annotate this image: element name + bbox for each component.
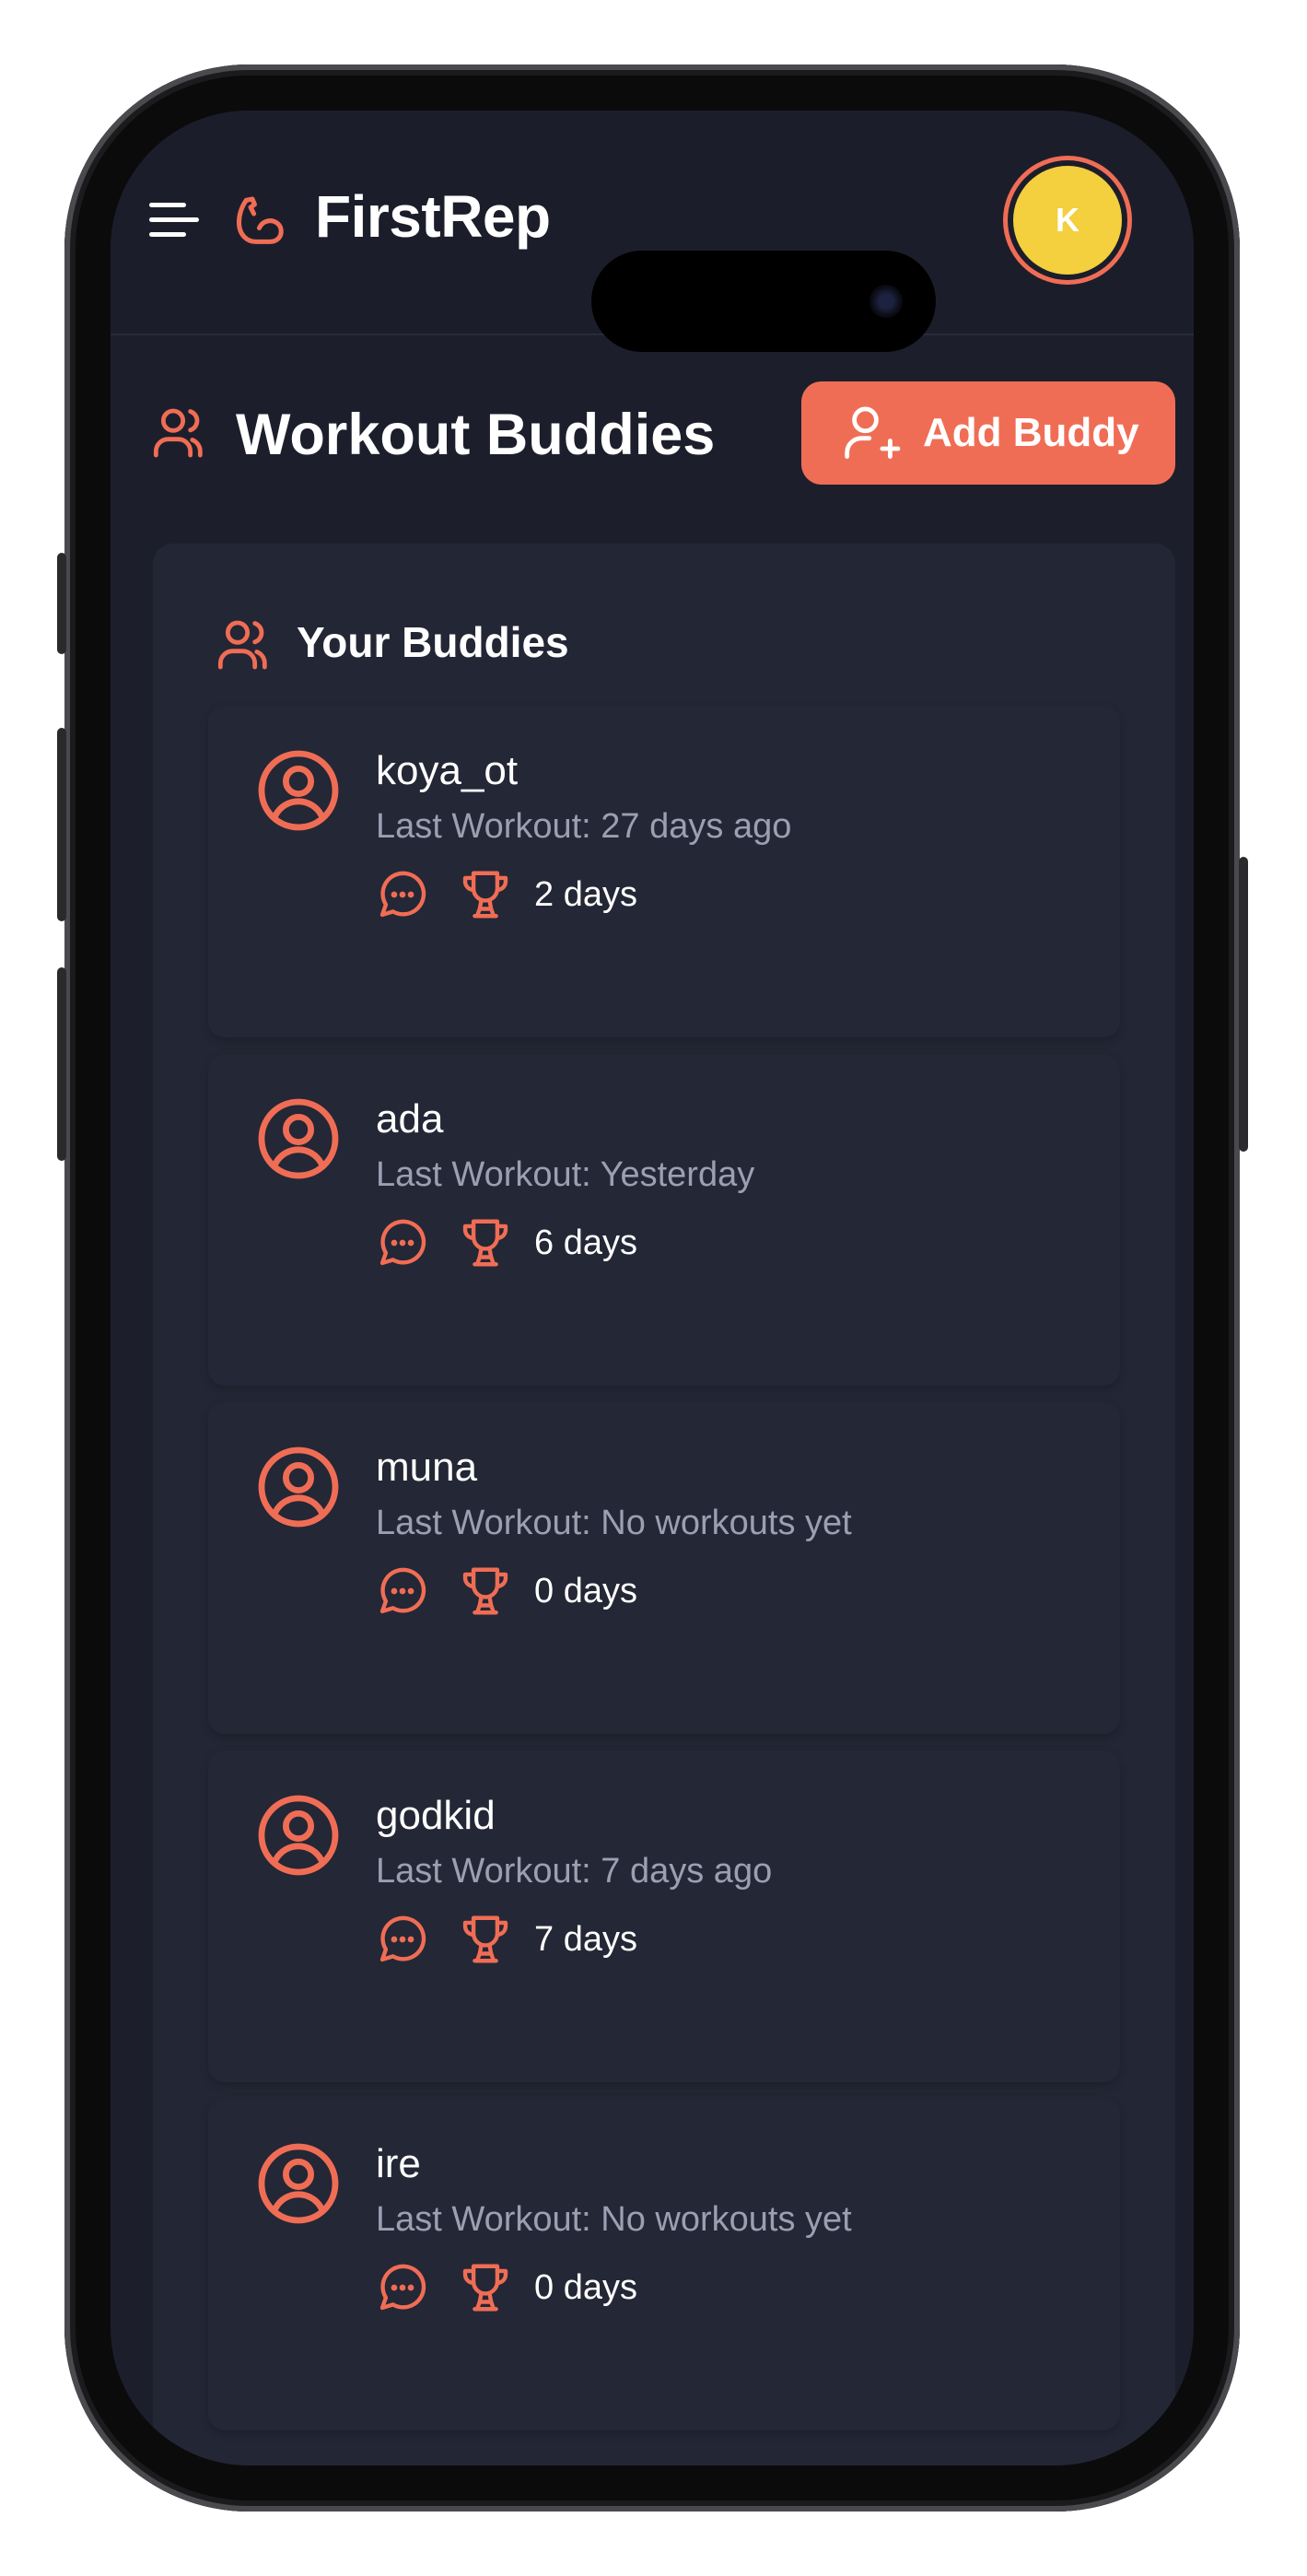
buddy-last-workout: Last Workout: No workouts yet [376,1504,852,1542]
front-camera [869,285,903,318]
buddy-last-workout: Last Workout: No workouts yet [376,2200,852,2239]
message-dots-icon[interactable] [374,1911,431,1968]
user-circle-icon [258,2143,339,2224]
message-dots-icon[interactable] [374,2259,431,2316]
user-circle-icon [258,750,339,831]
buddy-actions: 0 days [374,1563,637,1620]
menu-icon[interactable] [149,203,199,241]
phone-side-button [57,553,66,654]
add-buddy-button[interactable]: Add Buddy [801,381,1175,485]
panel-title: Your Buddies [297,618,569,666]
buddies-panel: Your Buddies koya_ot Last Workout: 27 da… [153,544,1175,2465]
buddy-last-workout: Last Workout: 27 days ago [376,807,792,846]
buddy-card[interactable]: godkid Last Workout: 7 days ago 7 days [208,1751,1120,2082]
page-title: Workout Buddies [236,403,716,467]
buddy-streak: 2 days [534,874,637,914]
users-icon [217,620,267,670]
user-plus-icon [845,406,901,459]
buddy-name: godkid [376,1793,496,1838]
message-dots-icon[interactable] [374,866,431,923]
flexed-bicep-icon [236,196,284,244]
buddy-card[interactable]: muna Last Workout: No workouts yet 0 day… [208,1402,1120,1734]
trophy-icon[interactable] [457,1563,514,1620]
message-dots-icon[interactable] [374,1563,431,1620]
buddy-streak: 6 days [534,1223,637,1262]
buddy-actions: 7 days [374,1911,637,1968]
user-circle-icon [258,1098,339,1179]
trophy-icon[interactable] [457,1214,514,1271]
buddy-card[interactable]: ire Last Workout: No workouts yet 0 days [208,2099,1120,2430]
buddy-card[interactable]: koya_ot Last Workout: 27 days ago 2 days [208,706,1120,1037]
user-avatar[interactable]: K [1013,166,1122,275]
buddy-actions: 0 days [374,2259,637,2316]
phone-screen: FirstRep K Workout Buddies Add Buddy You… [111,111,1194,2465]
trophy-icon[interactable] [457,2259,514,2316]
dynamic-island [591,251,936,352]
trophy-icon[interactable] [457,866,514,923]
buddy-name: muna [376,1445,478,1490]
buddy-name: koya_ot [376,748,519,793]
add-buddy-label: Add Buddy [923,410,1139,455]
buddy-list: koya_ot Last Workout: 27 days ago 2 days [208,706,1120,2447]
buddy-last-workout: Last Workout: Yesterday [376,1155,755,1194]
app-brand-name: FirstRep [315,183,551,250]
phone-volume-up-button [57,728,66,921]
buddy-streak: 7 days [534,1919,637,1959]
user-circle-icon [258,1795,339,1876]
user-circle-icon [258,1446,339,1528]
phone-power-button [1239,857,1248,1152]
buddy-name: ada [376,1096,444,1142]
buddy-name: ire [376,2141,421,2186]
buddy-streak: 0 days [534,2267,637,2307]
buddy-last-workout: Last Workout: 7 days ago [376,1852,773,1891]
buddy-actions: 6 days [374,1214,637,1271]
message-dots-icon[interactable] [374,1214,431,1271]
buddy-streak: 0 days [534,1571,637,1610]
users-icon [153,408,203,458]
buddy-actions: 2 days [374,866,637,923]
trophy-icon[interactable] [457,1911,514,1968]
buddy-card[interactable]: ada Last Workout: Yesterday 6 days [208,1054,1120,1386]
phone-volume-down-button [57,967,66,1161]
